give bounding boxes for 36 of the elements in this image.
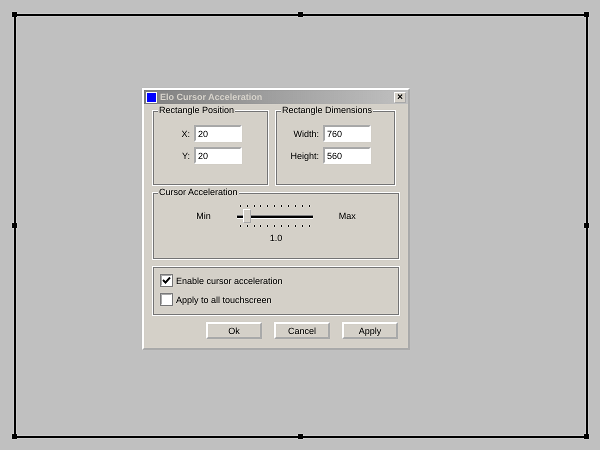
group-title: Rectangle Position xyxy=(158,105,236,115)
resize-handle[interactable] xyxy=(12,223,17,228)
close-button[interactable]: × xyxy=(394,92,406,102)
checkbox[interactable] xyxy=(161,294,172,305)
resize-handle[interactable] xyxy=(298,434,303,439)
acceleration-slider[interactable] xyxy=(236,203,313,229)
field-label: Y: xyxy=(182,150,190,160)
field-label: X: xyxy=(181,128,190,138)
input-field[interactable]: 560 xyxy=(323,147,371,164)
dialog-button[interactable]: Ok xyxy=(206,322,262,339)
field-label: Width: xyxy=(293,128,319,138)
resize-handle[interactable] xyxy=(584,223,589,228)
min-label: Min xyxy=(196,211,211,221)
resize-handle[interactable] xyxy=(12,434,17,439)
dialog-button[interactable]: Cancel xyxy=(274,322,330,339)
check-icon xyxy=(162,276,171,285)
field-label: Height: xyxy=(290,150,319,160)
input-field[interactable]: 20 xyxy=(194,125,242,142)
resize-handle[interactable] xyxy=(584,12,589,17)
selection-rectangle[interactable] xyxy=(14,14,588,438)
resize-handle[interactable] xyxy=(584,434,589,439)
acceleration-value: 1.0 xyxy=(270,233,282,243)
slider-thumb[interactable] xyxy=(243,209,252,223)
dialog-button[interactable]: Apply xyxy=(342,322,398,339)
group-title: Cursor Acceleration xyxy=(158,187,239,197)
group-title: Rectangle Dimensions xyxy=(281,105,374,115)
max-label: Max xyxy=(338,211,356,221)
checkbox-label[interactable]: Apply to all touchscreen xyxy=(176,294,272,304)
app-icon xyxy=(146,92,157,102)
input-field[interactable]: 760 xyxy=(323,125,371,142)
input-field[interactable]: 20 xyxy=(194,147,242,164)
window-title: Elo Cursor Acceleration xyxy=(160,92,264,102)
checkbox[interactable] xyxy=(161,275,172,286)
resize-handle[interactable] xyxy=(298,12,303,17)
resize-handle[interactable] xyxy=(12,12,17,17)
checkbox-label[interactable]: Enable cursor acceleration xyxy=(176,276,283,286)
